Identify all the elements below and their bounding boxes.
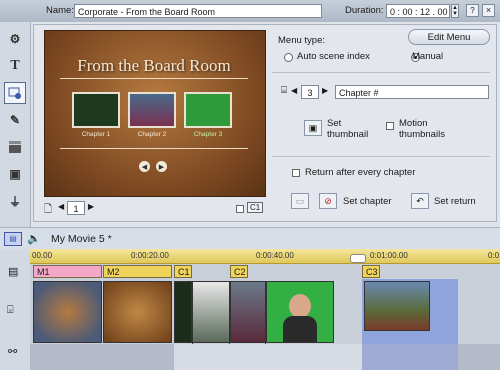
- set-chapter-icon[interactable]: ⊘: [319, 193, 337, 209]
- storyboard-icon[interactable]: ▤: [8, 265, 18, 278]
- marker-c1[interactable]: C1: [174, 265, 192, 278]
- close-icon[interactable]: ×: [482, 4, 495, 17]
- link-track-icon[interactable]: ⚯: [8, 345, 17, 358]
- tick-label: 0:00:40.00: [256, 251, 294, 260]
- clip-menu-1[interactable]: [33, 281, 102, 343]
- motion-thumbnails-checkbox[interactable]: [386, 122, 394, 130]
- disc-menu-icon[interactable]: [4, 82, 26, 104]
- marker-c3[interactable]: C3: [362, 265, 380, 278]
- auto-scene-label: Auto scene index: [297, 51, 370, 62]
- menu-type-label: Menu type:: [278, 35, 325, 46]
- clip-chapter-1a[interactable]: [174, 281, 192, 343]
- clip-chapter-2[interactable]: [230, 281, 266, 343]
- audio-icon[interactable]: 🔈: [27, 232, 41, 245]
- plugin-icon[interactable]: ⏚: [4, 190, 26, 212]
- video-toolbox-icon[interactable]: ⚙: [4, 28, 26, 50]
- tick-label: 0:01:00.00: [370, 251, 408, 260]
- divider: [60, 148, 248, 149]
- divider: [272, 156, 490, 157]
- link-disabled-icon[interactable]: ▭: [291, 193, 309, 209]
- set-chapter-label: Set chapter: [343, 196, 392, 207]
- edit-menu-button[interactable]: Edit Menu: [408, 29, 490, 45]
- divider: [272, 72, 490, 73]
- clip-menu-2[interactable]: [103, 281, 172, 343]
- chapter-label: Chapter 1: [81, 131, 111, 138]
- menu-name-field[interactable]: Corporate - From the Board Room: [74, 4, 322, 18]
- duration-label: Duration:: [345, 5, 384, 16]
- scrubber-handle[interactable]: [350, 254, 366, 263]
- auto-scene-radio[interactable]: [284, 52, 293, 62]
- prev-menu-page-icon[interactable]: ◀: [58, 202, 64, 211]
- frame-icon[interactable]: ▣: [4, 163, 26, 185]
- marker-m2[interactable]: M2: [103, 265, 172, 278]
- effects-icon[interactable]: ✎: [4, 109, 26, 131]
- page-icon: 🗋: [44, 204, 53, 215]
- selected-region-lower: [362, 344, 458, 370]
- person-figure: [289, 294, 311, 318]
- motion-line1: Motion: [399, 118, 428, 129]
- chapter-name-field[interactable]: Chapter #: [335, 85, 489, 99]
- marker-c2[interactable]: C2: [230, 265, 248, 278]
- chapter-label: Chapter 3: [193, 131, 223, 138]
- duration-field[interactable]: 0 : 00 : 12 . 00: [386, 4, 450, 18]
- motion-thumbnails-label: Motion thumbnails: [399, 118, 445, 140]
- preview-checkbox[interactable]: [236, 205, 244, 213]
- page-number[interactable]: 1: [67, 201, 85, 215]
- timeline-view-icon[interactable]: ▤: [4, 232, 22, 246]
- set-thumbnail-icon[interactable]: ▣: [304, 120, 322, 136]
- chapter-thumb-3[interactable]: [184, 92, 232, 128]
- manual-label: Manual: [412, 51, 444, 62]
- clapper-icon[interactable]: [4, 136, 26, 158]
- chapter-thumb-2[interactable]: [128, 92, 176, 128]
- clip-green-screen[interactable]: [266, 281, 334, 343]
- set-return-icon[interactable]: ↶: [411, 193, 429, 209]
- motion-line2: thumbnails: [399, 129, 445, 140]
- movie-bar: ▤ 🔈 My Movie 5 *: [0, 227, 500, 250]
- chapter-thumb-1[interactable]: [72, 92, 120, 128]
- chapter-marker-label: C1: [247, 202, 264, 213]
- timeline-ruler[interactable]: 00.00 0:00:20.00 0:00:40.00 0:01:00.00 0…: [30, 249, 500, 264]
- duration-spinner[interactable]: ▲ ▼: [451, 4, 459, 18]
- marker-m1[interactable]: M1: [33, 265, 102, 278]
- prev-chapter-icon[interactable]: ◀: [291, 86, 297, 95]
- prev-page-icon[interactable]: ◀: [139, 161, 150, 172]
- title-tool-icon[interactable]: T: [4, 55, 26, 77]
- name-label: Name:: [46, 5, 74, 16]
- set-thumbnail-label: Set thumbnail: [327, 118, 368, 140]
- divider: [60, 78, 248, 79]
- link-region: [174, 344, 362, 370]
- clip-chapter-3[interactable]: [364, 281, 430, 331]
- set-thumbnail-line1: Set: [327, 118, 342, 129]
- next-chapter-icon[interactable]: ▶: [322, 86, 328, 95]
- menu-title: From the Board Room: [77, 56, 231, 75]
- set-thumbnail-line2: thumbnail: [327, 129, 369, 140]
- chapter-label: Chapter 2: [137, 131, 167, 138]
- clip-chapter-1b[interactable]: [192, 281, 230, 343]
- return-after-checkbox[interactable]: [292, 169, 300, 177]
- set-return-label: Set return: [434, 196, 476, 207]
- movie-title: My Movie 5 *: [51, 233, 112, 245]
- return-after-label: Return after every chapter: [305, 167, 416, 178]
- person-body: [283, 316, 317, 342]
- chapter-number[interactable]: 3: [301, 85, 319, 99]
- left-toolbar: ⚙ T ✎ ▣ ⏚: [0, 22, 31, 232]
- tick-label: 00.00: [32, 251, 53, 260]
- track-headers: ▤ ⌺ ⚯: [0, 249, 31, 370]
- next-page-icon[interactable]: ▶: [156, 161, 167, 172]
- header-bar: Name: Corporate - From the Board Room Du…: [0, 0, 500, 22]
- tick-label: 0:01: [488, 251, 500, 260]
- help-icon[interactable]: ?: [466, 4, 479, 17]
- tick-label: 0:00:20.00: [131, 251, 169, 260]
- next-menu-page-icon[interactable]: ▶: [88, 202, 94, 211]
- link-icon: ⌸: [281, 85, 287, 96]
- camera-icon[interactable]: ⌺: [7, 304, 14, 317]
